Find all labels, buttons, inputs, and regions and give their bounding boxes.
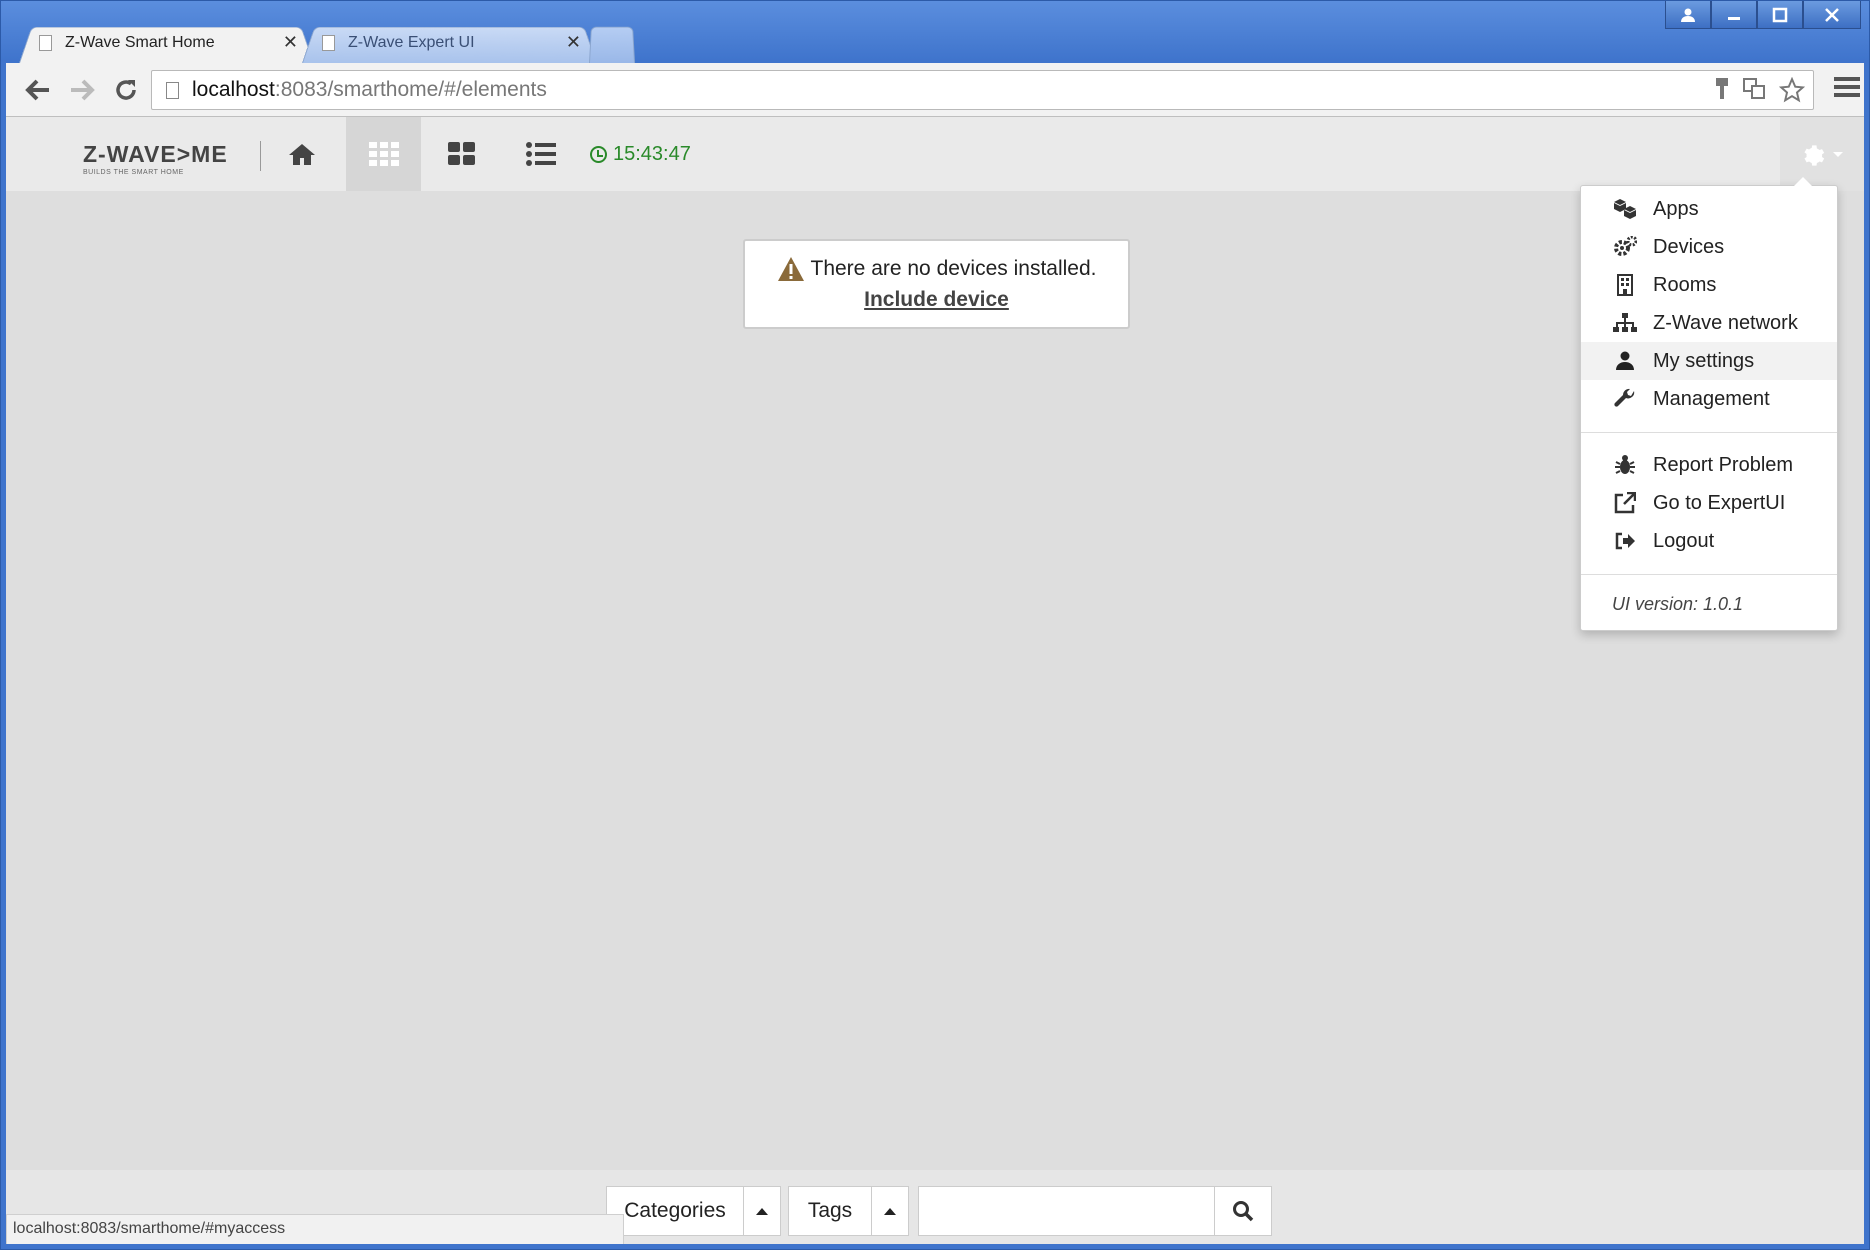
- menu-item-label: Z-Wave network: [1653, 311, 1798, 334]
- alert-message: There are no devices installed.: [810, 257, 1097, 280]
- logo-divider: [260, 141, 261, 171]
- menu-item-my-settings[interactable]: My settings: [1581, 342, 1837, 380]
- search-icon: [1233, 1201, 1254, 1222]
- status-bar: localhost:8083/smarthome/#myaccess: [6, 1214, 624, 1244]
- minimize-icon[interactable]: [1711, 1, 1757, 29]
- building-icon: [1611, 274, 1639, 296]
- tab-strip: Z-Wave Smart Home ✕ Z-Wave Expert UI ✕: [19, 23, 623, 63]
- menu-divider: [1581, 574, 1837, 575]
- page-icon: [322, 35, 335, 51]
- menu-item-devices[interactable]: Devices: [1581, 228, 1837, 266]
- clock-icon: [590, 146, 607, 163]
- clock-time: 15:43:47: [613, 143, 691, 165]
- reload-icon[interactable]: [104, 68, 148, 112]
- logo-text: Z-WAVE>ME: [83, 141, 228, 167]
- browser-window: Z-Wave Smart Home ✕ Z-Wave Expert UI ✕ l…: [0, 0, 1870, 1250]
- z-wave-me-logo[interactable]: Z-WAVE>ME BUILDS THE SMART HOME: [83, 141, 231, 176]
- profile-icon[interactable]: [1665, 1, 1711, 29]
- menu-item-label: Logout: [1653, 529, 1715, 552]
- page-content: Z-WAVE>ME BUILDS THE SMART HOME 15:43:47: [6, 117, 1864, 1244]
- no-devices-alert: There are no devices installed. Include …: [743, 239, 1130, 329]
- menu-item-label: Go to ExpertUI: [1653, 491, 1786, 514]
- menu-item-report-problem[interactable]: Report Problem: [1581, 446, 1837, 484]
- menu-item-logout[interactable]: Logout: [1581, 522, 1837, 560]
- url-host: localhost: [192, 78, 275, 101]
- close-icon[interactable]: ✕: [283, 32, 298, 53]
- warning-icon: [777, 257, 804, 281]
- categories-toggle[interactable]: [743, 1186, 781, 1236]
- cubes-icon: [1611, 198, 1639, 220]
- menu-item-rooms[interactable]: Rooms: [1581, 266, 1837, 304]
- window-controls: [1665, 1, 1861, 29]
- sitemap-icon: [1611, 313, 1639, 333]
- caret-up-icon: [884, 1207, 896, 1215]
- translate-icon[interactable]: [1743, 77, 1765, 109]
- external-link-icon: [1611, 492, 1639, 514]
- caret-down-icon: [1833, 151, 1843, 157]
- list-icon[interactable]: [503, 117, 578, 191]
- elements-grid-icon[interactable]: [346, 117, 421, 191]
- menu-item-zwave-network[interactable]: Z-Wave network: [1581, 304, 1837, 342]
- page-icon: [39, 35, 52, 51]
- menu-item-label: My settings: [1653, 349, 1755, 372]
- menu-divider: [1581, 432, 1837, 433]
- back-icon[interactable]: [16, 68, 60, 112]
- user-icon: [1611, 351, 1639, 371]
- url-path: :8083/smarthome/#/elements: [274, 78, 547, 101]
- include-device-link[interactable]: Include device: [864, 288, 1009, 312]
- menu-item-label: Devices: [1653, 235, 1725, 258]
- gear-icon: [1804, 145, 1825, 166]
- tab-smart-home[interactable]: Z-Wave Smart Home ✕: [19, 23, 314, 63]
- sign-out-icon: [1611, 532, 1639, 550]
- page-icon: [166, 82, 179, 99]
- settings-menu-button[interactable]: [1780, 117, 1864, 191]
- address-bar[interactable]: localhost:8083/smarthome/#/elements: [151, 70, 1814, 110]
- settings-dropdown: Apps Devices Rooms Z-Wave network My set…: [1580, 177, 1838, 631]
- tags-button[interactable]: Tags: [788, 1186, 872, 1236]
- menu-item-label: Apps: [1653, 197, 1699, 220]
- wrench-icon: [1611, 388, 1639, 410]
- bug-icon: [1611, 454, 1639, 476]
- ui-version: UI version: 1.0.1: [1612, 594, 1744, 614]
- categories-button[interactable]: Categories: [606, 1186, 744, 1236]
- categories-label: Categories: [624, 1199, 726, 1222]
- menu-item-management[interactable]: Management: [1581, 380, 1837, 418]
- close-icon[interactable]: ✕: [566, 32, 581, 53]
- forward-icon[interactable]: [60, 68, 104, 112]
- dashboard-icon[interactable]: [424, 117, 499, 191]
- caret-up-icon: [756, 1207, 768, 1215]
- browser-menu-icon[interactable]: [1834, 77, 1860, 101]
- close-window-icon[interactable]: [1803, 1, 1861, 29]
- menu-item-apps[interactable]: Apps: [1581, 190, 1837, 228]
- key-icon[interactable]: [1715, 77, 1729, 109]
- tab-title: Z-Wave Expert UI: [348, 34, 475, 51]
- logo-slogan: BUILDS THE SMART HOME: [83, 169, 184, 176]
- app-navbar: Z-WAVE>ME BUILDS THE SMART HOME 15:43:47: [6, 117, 1864, 191]
- bookmark-star-icon[interactable]: [1778, 76, 1806, 109]
- menu-item-expertui[interactable]: Go to ExpertUI: [1581, 484, 1837, 522]
- maximize-icon[interactable]: [1757, 1, 1803, 29]
- browser-toolbar: localhost:8083/smarthome/#/elements: [6, 63, 1864, 117]
- tab-expert-ui[interactable]: Z-Wave Expert UI ✕: [302, 23, 597, 63]
- search-button[interactable]: [1214, 1186, 1272, 1236]
- tags-toggle[interactable]: [871, 1186, 909, 1236]
- clock: 15:43:47: [590, 143, 691, 166]
- menu-item-label: Rooms: [1653, 273, 1717, 296]
- menu-item-label: Management: [1653, 387, 1770, 410]
- tags-label: Tags: [807, 1199, 853, 1222]
- cogs-icon: [1611, 236, 1639, 258]
- tab-title: Z-Wave Smart Home: [65, 34, 215, 51]
- search-input[interactable]: [918, 1186, 1214, 1236]
- home-icon[interactable]: [264, 117, 339, 191]
- new-tab-button[interactable]: [589, 23, 635, 63]
- menu-item-label: Report Problem: [1653, 453, 1794, 476]
